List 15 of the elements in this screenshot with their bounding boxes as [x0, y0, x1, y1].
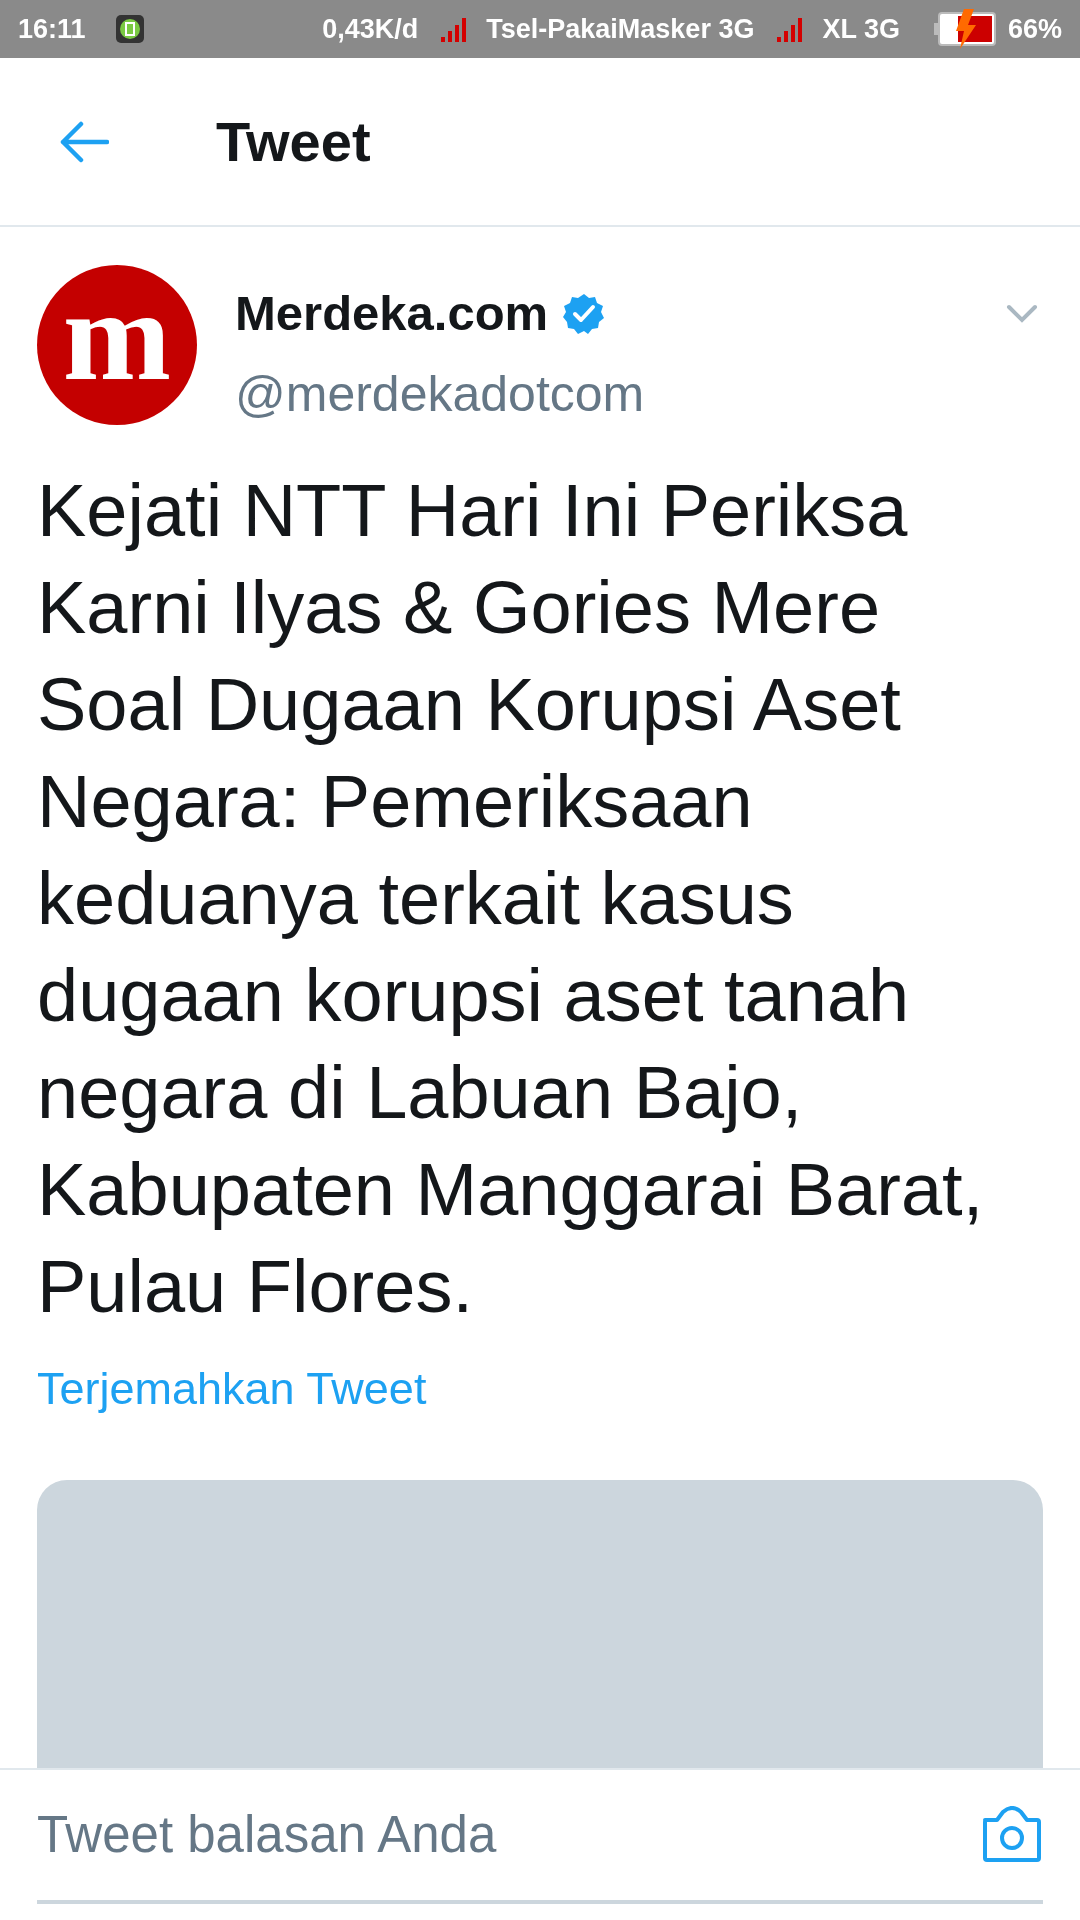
reply-input[interactable]: Tweet balasan Anda: [37, 1796, 981, 1874]
battery-percent: 66%: [1007, 12, 1062, 46]
camera-icon[interactable]: [981, 1806, 1043, 1864]
chevron-down-icon[interactable]: [1006, 303, 1038, 324]
battery-saver-icon: [115, 15, 144, 43]
carrier-label: Tsel-PakaiMasker 3G: [486, 12, 755, 46]
carrier-label: XL 3G: [822, 12, 900, 46]
page-title: Tweet: [216, 108, 371, 175]
back-arrow-icon: [59, 120, 109, 163]
network-speed: 0,43K/d: [322, 12, 419, 46]
account-name[interactable]: Merdeka.com: [235, 277, 549, 351]
account-handle: @merdekadotcom: [235, 364, 646, 424]
tweet-text: Kejati NTT Hari Ini Periksa Karni Ilyas & Gories Mere Soal Dugaan Korupsi Aset Negara: Pemeriksaan keduanya terkait kasus dugaan korupsi aset tanah negara di Labuan Bajo, Kabupaten Manggarai Barat, Pulau Flores.: [37, 467, 985, 1330]
clock: 16:11: [18, 12, 86, 46]
avatar[interactable]: m: [37, 265, 197, 425]
